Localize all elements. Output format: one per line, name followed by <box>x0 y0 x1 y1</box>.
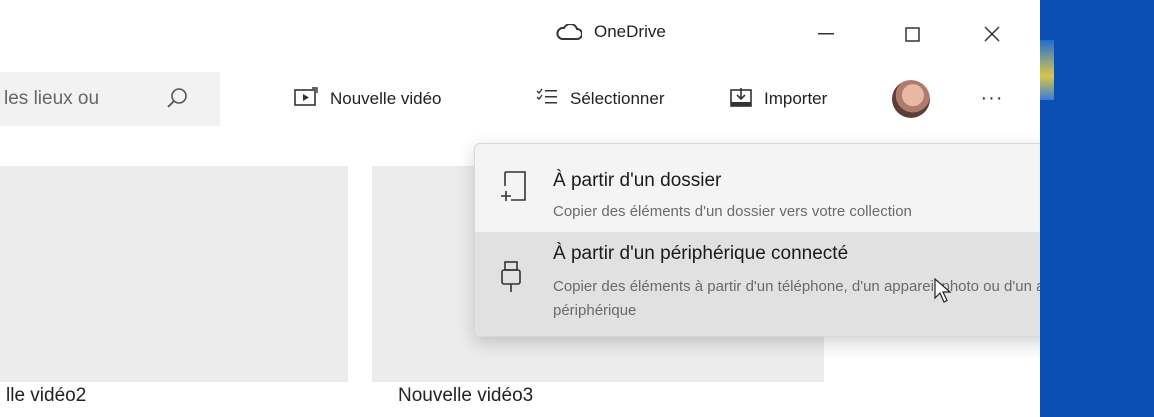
folder-import-icon <box>499 170 529 209</box>
menu-item-description: Copier des éléments d'un dossier vers vo… <box>553 203 912 220</box>
cloud-icon <box>556 23 583 40</box>
more-options-button[interactable]: ··· <box>972 80 1012 116</box>
new-video-button[interactable]: Nouvelle vidéo <box>294 82 442 116</box>
search-icon[interactable] <box>166 87 188 114</box>
import-button[interactable]: Importer <box>730 82 827 116</box>
menu-item-from-device[interactable]: À partir d'un périphérique connecté Copi… <box>475 232 1040 336</box>
menu-item-title: À partir d'un périphérique connecté <box>553 243 849 264</box>
import-label: Importer <box>764 89 828 108</box>
desktop-background <box>1040 0 1154 417</box>
import-menu: À partir d'un dossier Copier des élément… <box>474 143 1040 337</box>
minimize-icon <box>818 33 834 35</box>
checklist-icon <box>536 87 558 112</box>
menu-item-from-folder[interactable]: À partir d'un dossier Copier des élément… <box>475 144 1040 232</box>
search-box[interactable]: les lieux ou <box>0 72 220 126</box>
new-video-label: Nouvelle vidéo <box>330 89 442 108</box>
photos-app-window: OneDrive les lieux ou Nouvelle vidéo Sél… <box>0 0 1040 417</box>
select-button[interactable]: Sélectionner <box>536 82 665 116</box>
minimize-button[interactable] <box>802 14 850 54</box>
menu-item-title: À partir d'un dossier <box>553 170 722 191</box>
title-bar: OneDrive <box>0 0 1040 66</box>
avatar[interactable] <box>892 80 930 118</box>
search-input[interactable]: les lieux ou <box>4 88 99 110</box>
desktop-shortcut-icon[interactable] <box>1040 40 1054 100</box>
usb-device-icon <box>499 260 523 299</box>
video-tile-caption: lle vidéo2 <box>6 385 87 406</box>
select-label: Sélectionner <box>570 89 665 108</box>
close-icon <box>984 26 1000 42</box>
maximize-icon <box>904 26 920 42</box>
video-tile[interactable] <box>0 166 348 382</box>
window-title-label: OneDrive <box>594 22 666 41</box>
mouse-cursor-icon <box>934 277 952 304</box>
menu-item-description: Copier des éléments à partir d'un téléph… <box>553 278 1040 319</box>
maximize-button[interactable] <box>888 14 936 54</box>
import-icon <box>730 87 752 112</box>
more-icon: ··· <box>980 86 1004 109</box>
video-frame-icon <box>294 86 318 112</box>
close-button[interactable] <box>968 14 1016 54</box>
window-title: OneDrive <box>556 22 666 42</box>
video-tile-caption: Nouvelle vidéo3 <box>398 385 534 406</box>
